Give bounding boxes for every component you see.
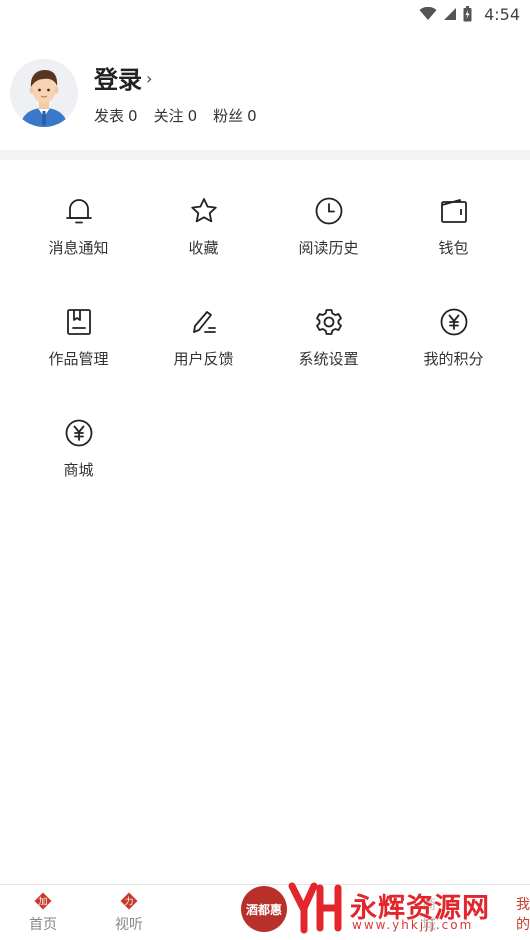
section-divider	[0, 150, 530, 160]
tab-mall[interactable]: 商城	[172, 885, 436, 940]
stat-following[interactable]: 关注 0	[154, 105, 198, 126]
menu-item-label: 用户反馈	[173, 350, 234, 368]
bell-icon	[63, 195, 95, 227]
menu-item-label: 我的积分	[423, 350, 484, 368]
star-icon	[188, 195, 220, 227]
tab-label: 视听	[115, 917, 143, 933]
menu-item-works-management[interactable]: 作品管理	[16, 306, 141, 369]
menu-grid: 消息通知 收藏 阅读历史 钱包 作品管理 用户反馈 系统设置 我的积分 商城	[16, 195, 516, 480]
stat-followers[interactable]: 粉丝 0	[213, 105, 257, 126]
chevron-right-icon: ›	[146, 69, 153, 88]
menu-item-reading-history[interactable]: 阅读历史	[266, 195, 391, 258]
media-tab-icon: 力	[120, 892, 138, 910]
menu-item-settings[interactable]: 系统设置	[266, 306, 391, 369]
tab-mine[interactable]: 我的	[436, 885, 530, 940]
book-icon	[63, 306, 95, 338]
menu-item-wallet[interactable]: 钱包	[391, 195, 516, 258]
profile-info: 登录 › 发表 0 关注 0 粉丝 0	[94, 60, 257, 126]
tab-media[interactable]: 力 视听	[86, 885, 172, 940]
menu-item-label: 商城	[63, 461, 94, 479]
profile-header[interactable]: 登录 › 发表 0 关注 0 粉丝 0	[10, 58, 520, 128]
battery-charging-icon	[463, 6, 472, 22]
gear-icon	[313, 306, 345, 338]
avatar[interactable]	[10, 59, 78, 127]
wifi-icon	[419, 7, 437, 20]
tab-label: 我的	[516, 897, 530, 933]
home-tab-badge: 加	[38, 897, 47, 908]
stat-value: 0	[187, 107, 198, 125]
cellular-signal-icon	[444, 8, 457, 20]
menu-item-label: 收藏	[188, 239, 219, 257]
menu-item-label: 钱包	[438, 239, 469, 257]
menu-item-feedback[interactable]: 用户反馈	[141, 306, 266, 369]
stat-label: 关注	[153, 107, 184, 125]
tab-label: 商城	[422, 897, 436, 933]
stat-label: 粉丝	[213, 107, 244, 125]
yen-circle-icon	[438, 306, 470, 338]
clock-icon	[313, 195, 345, 227]
menu-item-label: 阅读历史	[298, 239, 359, 257]
menu-item-mall[interactable]: 商城	[16, 417, 141, 480]
login-row[interactable]: 登录 ›	[94, 60, 257, 95]
status-bar: 4:54	[0, 0, 530, 28]
home-tab-icon: 加	[34, 892, 52, 910]
media-tab-badge: 力	[124, 896, 133, 908]
stat-value: 0	[247, 107, 257, 125]
tab-home[interactable]: 加 首页	[0, 885, 86, 940]
clock-time: 4:54	[484, 4, 520, 24]
menu-item-label: 消息通知	[48, 239, 109, 257]
stat-value: 0	[128, 107, 138, 125]
user-avatar-icon	[10, 59, 78, 127]
stat-label: 发表	[94, 107, 125, 125]
center-logo-button[interactable]: 酒都惠	[241, 886, 287, 932]
stat-posts[interactable]: 发表 0	[94, 105, 138, 126]
tab-label: 首页	[29, 917, 57, 933]
menu-item-notifications[interactable]: 消息通知	[16, 195, 141, 258]
yen-circle-icon	[63, 417, 95, 449]
menu-item-label: 作品管理	[48, 350, 109, 368]
login-title[interactable]: 登录	[94, 60, 142, 95]
pen-icon	[188, 306, 220, 338]
profile-stats: 发表 0 关注 0 粉丝 0	[94, 105, 257, 126]
center-logo-text: 酒都惠	[245, 902, 282, 917]
menu-item-label: 系统设置	[298, 350, 359, 368]
menu-item-favorites[interactable]: 收藏	[141, 195, 266, 258]
menu-item-my-points[interactable]: 我的积分	[391, 306, 516, 369]
wallet-icon	[438, 195, 470, 227]
